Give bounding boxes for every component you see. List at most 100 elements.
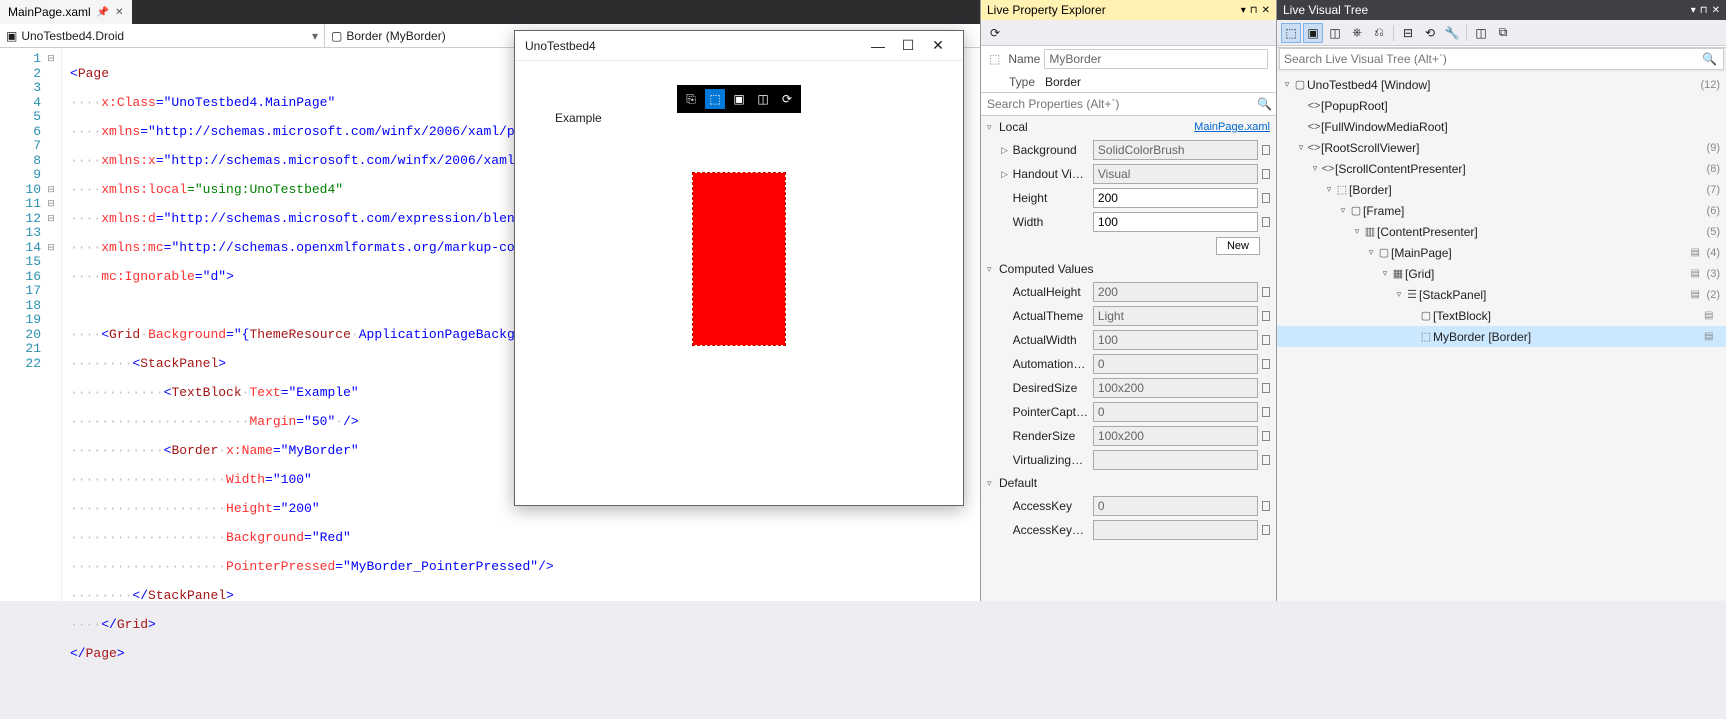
lvt-search-input[interactable] <box>1280 49 1696 69</box>
property-marker[interactable] <box>1262 455 1270 465</box>
property-marker[interactable] <box>1262 525 1270 535</box>
maximize-button[interactable]: ☐ <box>893 37 923 54</box>
tree-node[interactable]: ⬚MyBorder [Border]▤ <box>1277 326 1726 347</box>
display-layout-icon[interactable]: ▣ <box>1303 23 1323 43</box>
property-marker[interactable] <box>1262 335 1270 345</box>
name-input[interactable] <box>1044 49 1268 69</box>
search-icon[interactable]: 🔍 <box>1257 97 1272 111</box>
select-element-icon[interactable]: ⬚ <box>705 89 725 109</box>
sync-icon[interactable]: ⟲ <box>1420 23 1440 43</box>
close-icon[interactable]: ✕ <box>1262 5 1270 16</box>
property-name: Handout Visual <box>1013 167 1089 181</box>
property-marker[interactable] <box>1262 383 1270 393</box>
expand-icon[interactable]: ▿ <box>1323 184 1335 195</box>
expand-icon[interactable]: ▿ <box>987 264 999 275</box>
node-name: [StackPanel] <box>1419 288 1691 302</box>
tree-node[interactable]: ▢[TextBlock]▤ <box>1277 305 1726 326</box>
refresh-icon[interactable]: ⟳ <box>985 23 1005 43</box>
hot-reload-icon[interactable]: ⟳ <box>777 89 797 109</box>
tree-node[interactable]: ▿<>[RootScrollViewer](9) <box>1277 137 1726 158</box>
dropdown-icon[interactable]: ▾ <box>1241 5 1246 16</box>
property-value[interactable] <box>1093 188 1258 208</box>
lpe-group-computed[interactable]: ▿ Computed Values <box>981 258 1276 280</box>
app-titlebar[interactable]: UnoTestbed4 — ☐ ✕ <box>515 31 963 61</box>
expand-icon[interactable]: ▿ <box>987 122 999 133</box>
source-icon[interactable]: ▤ <box>1704 310 1716 321</box>
tree-node[interactable]: ▿▢[MainPage]▤(4) <box>1277 242 1726 263</box>
lpe-search[interactable]: 🔍 <box>981 93 1276 116</box>
close-icon[interactable]: ✕ <box>115 7 123 18</box>
expand-icon[interactable]: ▷ <box>1001 169 1009 180</box>
expand-icon[interactable]: ▿ <box>987 478 999 489</box>
tree-node[interactable]: ▿▢UnoTestbed4 [Window](12) <box>1277 74 1726 95</box>
expand-icon[interactable]: ▿ <box>1281 79 1293 90</box>
xaml-debug-toolbar[interactable]: ⎘ ⬚ ▣ ◫ ⟳ <box>677 85 801 113</box>
lpe-titlebar[interactable]: Live Property Explorer ▾ ⊓ ✕ <box>981 0 1276 20</box>
property-marker[interactable] <box>1262 311 1270 321</box>
property-marker[interactable] <box>1262 169 1270 179</box>
windows-icon[interactable]: ⧉ <box>1493 23 1513 43</box>
lpe-group-local[interactable]: ▿ Local MainPage.xaml <box>981 116 1276 138</box>
nav-scope-dropdown[interactable]: ▣ UnoTestbed4.Droid ▾ <box>0 24 325 47</box>
source-icon[interactable]: ▤ <box>1691 247 1703 258</box>
lvt-body: ▿▢UnoTestbed4 [Window](12)<>[PopupRoot]<… <box>1277 72 1726 601</box>
tree-node[interactable]: ▿▦[Grid]▤(3) <box>1277 263 1726 284</box>
source-link[interactable]: MainPage.xaml <box>1194 121 1270 133</box>
dropdown-icon[interactable]: ▾ <box>1691 5 1696 16</box>
tree-node[interactable]: ▿▥[ContentPresenter](5) <box>1277 221 1726 242</box>
property-marker[interactable] <box>1262 217 1270 227</box>
expand-icon[interactable]: ▿ <box>1295 142 1307 153</box>
select-element-icon[interactable]: ⬚ <box>1281 23 1301 43</box>
property-value[interactable] <box>1093 212 1258 232</box>
property-value <box>1093 140 1258 160</box>
property-marker[interactable] <box>1262 193 1270 203</box>
expand-icon[interactable]: ▿ <box>1365 247 1377 258</box>
minimize-button[interactable]: — <box>863 38 893 54</box>
pin-icon[interactable]: 📌 <box>97 7 109 18</box>
lpe-search-input[interactable] <box>985 95 1257 113</box>
lpe-group-default[interactable]: ▿ Default <box>981 472 1276 494</box>
goto-live-tree-icon[interactable]: ⎘ <box>681 89 701 109</box>
property-marker[interactable] <box>1262 501 1270 511</box>
property-marker[interactable] <box>1262 431 1270 441</box>
expand-icon[interactable]: ▿ <box>1309 163 1321 174</box>
expand-icon[interactable]: ▷ <box>1001 145 1009 156</box>
property-marker[interactable] <box>1262 359 1270 369</box>
tree-node[interactable]: ▿☰[StackPanel]▤(2) <box>1277 284 1726 305</box>
window-icon[interactable]: ◫ <box>1471 23 1491 43</box>
property-marker[interactable] <box>1262 407 1270 417</box>
settings-icon[interactable]: 🔧 <box>1442 23 1462 43</box>
property-marker[interactable] <box>1262 287 1270 297</box>
node-name: [PopupRoot] <box>1321 99 1716 113</box>
tree-node[interactable]: ▿<>[ScrollContentPresenter](8) <box>1277 158 1726 179</box>
expand-icon[interactable]: ▿ <box>1337 205 1349 216</box>
pin-icon[interactable]: ⊓ <box>1700 5 1708 16</box>
expand-icon[interactable]: ▿ <box>1393 289 1405 300</box>
source-icon[interactable]: ▤ <box>1691 268 1703 279</box>
pin-icon[interactable]: ⊓ <box>1250 5 1258 16</box>
close-button[interactable]: ✕ <box>923 37 953 54</box>
search-icon[interactable]: 🔍 <box>1696 52 1723 66</box>
lvt-search[interactable]: 🔍 <box>1279 48 1724 70</box>
tree-node[interactable]: ▿▢[Frame](6) <box>1277 200 1726 221</box>
property-row: VirtualizingStackP... <box>981 448 1276 472</box>
show-just-my-xaml-icon[interactable]: ⎌ <box>1369 23 1389 43</box>
property-marker[interactable] <box>1262 145 1270 155</box>
tree-node[interactable]: <>[FullWindowMediaRoot] <box>1277 116 1726 137</box>
track-focus-icon[interactable]: ◫ <box>753 89 773 109</box>
close-icon[interactable]: ✕ <box>1712 5 1720 16</box>
expand-icon[interactable]: ▿ <box>1351 226 1363 237</box>
document-tab-mainpage[interactable]: MainPage.xaml 📌 ✕ <box>0 0 132 24</box>
collapse-all-icon[interactable]: ⊟ <box>1398 23 1418 43</box>
preview-selection-icon[interactable]: ⎈ <box>1347 23 1367 43</box>
tree-node[interactable]: ▿⬚[Border](7) <box>1277 179 1726 200</box>
source-icon[interactable]: ▤ <box>1691 289 1703 300</box>
source-icon[interactable]: ▤ <box>1704 331 1716 342</box>
display-layout-icon[interactable]: ▣ <box>729 89 749 109</box>
myborder-element[interactable] <box>693 173 785 345</box>
track-focus-icon[interactable]: ◫ <box>1325 23 1345 43</box>
new-button[interactable]: New <box>1216 237 1260 255</box>
tree-node[interactable]: <>[PopupRoot] <box>1277 95 1726 116</box>
expand-icon[interactable]: ▿ <box>1379 268 1391 279</box>
lvt-titlebar[interactable]: Live Visual Tree ▾ ⊓ ✕ <box>1277 0 1726 20</box>
